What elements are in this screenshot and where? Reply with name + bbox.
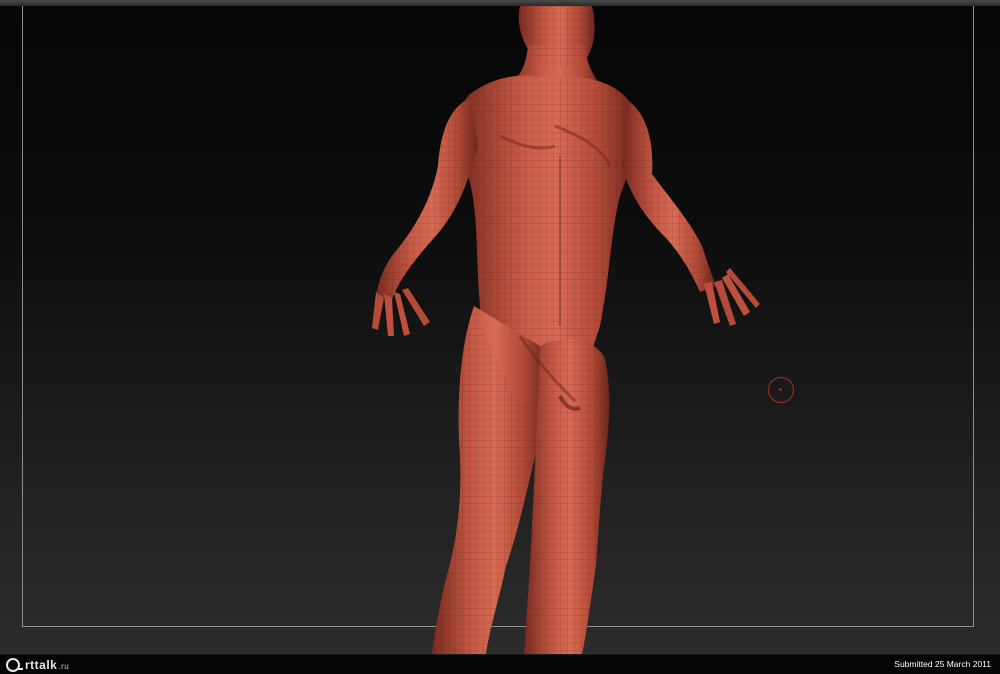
artalk-logo-icon (6, 658, 23, 672)
logo-name: rttalk (25, 658, 58, 672)
brush-cursor-icon (768, 377, 794, 403)
site-logo[interactable]: rttalk .ru (6, 657, 69, 673)
footer-bar: rttalk .ru Submitted 25 March 2011 (0, 654, 1000, 674)
submitted-date: Submitted 25 March 2011 (894, 659, 991, 669)
sculpt-viewport[interactable] (0, 6, 1000, 654)
logo-tld: .ru (58, 662, 70, 671)
sculpted-figure (372, 6, 760, 654)
